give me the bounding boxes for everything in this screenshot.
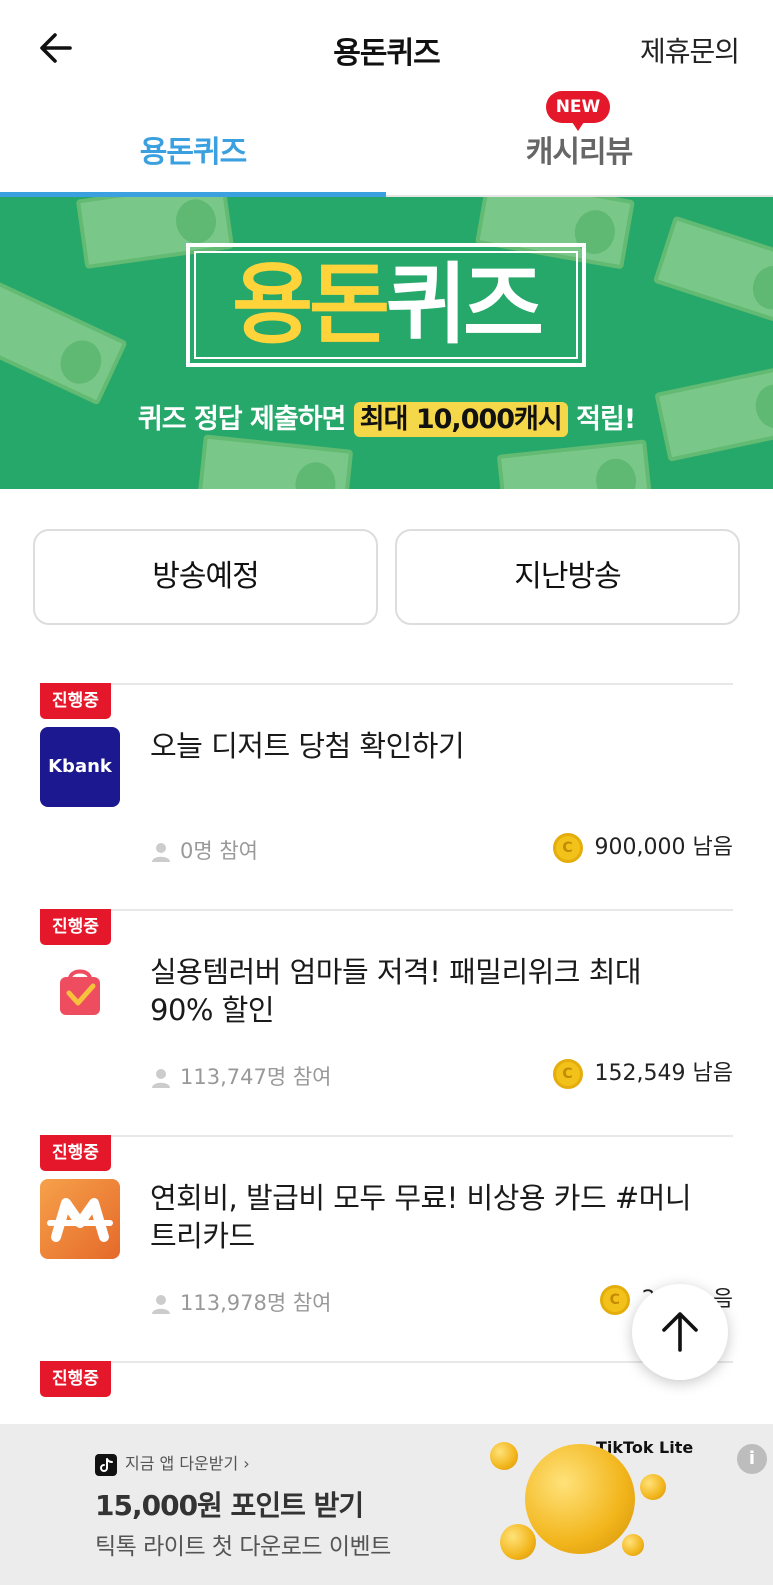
- banner-title-part1: 용돈: [232, 253, 390, 356]
- upcoming-broadcast-button[interactable]: 방송예정: [33, 529, 378, 625]
- kbank-logo: Kbank: [40, 727, 120, 807]
- money-bill-decoration: [652, 215, 773, 329]
- person-icon: [152, 1069, 170, 1088]
- coin-icon: C: [552, 1059, 583, 1089]
- tab-label: 캐시리뷰: [525, 135, 633, 170]
- banner-subtitle: 퀴즈 정답 제출하면 최대 10,000캐시 적립!: [0, 397, 773, 437]
- shopping-bag-logo: [40, 953, 120, 1033]
- status-badge: 진행중: [40, 683, 111, 719]
- quiz-item[interactable]: 진행중 실용템러버 엄마들 저격! 패밀리위크 최대 90% 할인 113,74…: [40, 909, 733, 1135]
- promo-banner[interactable]: 용돈퀴즈 퀴즈 정답 제출하면 최대 10,000캐시 적립!: [0, 197, 773, 489]
- quiz-title: 연회비, 발급비 모두 무료! 비상용 카드 #머니트리카드: [150, 1181, 692, 1253]
- participant-text: 0명 참여: [180, 839, 258, 863]
- coin-icon: C: [552, 833, 583, 863]
- coin-icon: C: [599, 1285, 630, 1315]
- coin-illustration: [640, 1474, 666, 1500]
- money-bill-decoration: [196, 434, 354, 489]
- tiktok-icon: [95, 1453, 117, 1476]
- status-badge: 진행중: [40, 1361, 111, 1397]
- participant-text: 113,978명 참여: [180, 1291, 332, 1315]
- new-badge: NEW: [546, 91, 610, 131]
- scroll-to-top-button[interactable]: [632, 1284, 728, 1380]
- remaining-cash: C 900,000 남음: [552, 829, 733, 863]
- ad-download-link[interactable]: 지금 앱 다운받기 ›: [95, 1450, 250, 1476]
- coin-illustration: [525, 1444, 635, 1554]
- quiz-title: 오늘 디저트 당첨 확인하기: [150, 729, 465, 763]
- participant-count: 113,978명 참여: [150, 1287, 331, 1317]
- coin-illustration: [500, 1524, 536, 1560]
- quiz-item[interactable]: 진행중 연회비, 발급비 모두 무료! 비상용 카드 #머니트리카드 113,9…: [40, 1135, 733, 1361]
- money-bill-decoration: [496, 439, 654, 489]
- tab-cash-review[interactable]: NEW 캐시리뷰: [386, 91, 772, 195]
- money-tree-logo: [40, 1179, 120, 1259]
- tab-bar: 용돈퀴즈 NEW 캐시리뷰: [0, 91, 773, 197]
- info-icon[interactable]: i: [737, 1444, 767, 1474]
- coin-illustration: [622, 1534, 644, 1556]
- participant-count: 0명 참여: [150, 835, 258, 865]
- participant-text: 113,747명 참여: [180, 1065, 332, 1089]
- ad-download-text: 지금 앱 다운받기 ›: [125, 1454, 250, 1473]
- past-broadcast-button[interactable]: 지난방송: [395, 529, 740, 625]
- coin-illustration: [490, 1442, 518, 1470]
- ad-description: 틱톡 라이트 첫 다운로드 이벤트: [95, 1534, 391, 1560]
- money-bill-decoration: [0, 278, 128, 406]
- ad-banner[interactable]: 지금 앱 다운받기 › 15,000원 포인트 받기 틱톡 라이트 첫 다운로드…: [0, 1424, 773, 1585]
- top-app-bar: 용돈퀴즈 제휴문의: [0, 0, 773, 95]
- arrow-up-icon: [662, 1312, 698, 1352]
- remaining-text: 152,549 남음: [594, 1061, 733, 1086]
- status-badge: 진행중: [40, 1135, 111, 1171]
- banner-title: 용돈퀴즈: [190, 253, 582, 357]
- tab-yongdon-quiz[interactable]: 용돈퀴즈: [0, 95, 386, 197]
- partnership-inquiry-link[interactable]: 제휴문의: [640, 30, 740, 70]
- person-icon: [152, 843, 170, 862]
- remaining-text: 900,000 남음: [594, 835, 733, 860]
- tab-label: 용돈퀴즈: [139, 135, 247, 170]
- banner-subtitle-prefix: 퀴즈 정답 제출하면: [137, 404, 354, 435]
- banner-subtitle-highlight: 최대 10,000캐시: [353, 402, 568, 437]
- quiz-item[interactable]: 진행중 Kbank 오늘 디저트 당첨 확인하기 0명 참여 C 900,000 …: [40, 683, 733, 909]
- status-badge: 진행중: [40, 909, 111, 945]
- banner-title-frame: 용돈퀴즈: [186, 243, 586, 367]
- ad-title: 15,000원 포인트 받기: [95, 1489, 364, 1522]
- participant-count: 113,747명 참여: [150, 1061, 331, 1091]
- quiz-title: 실용템러버 엄마들 저격! 패밀리위크 최대 90% 할인: [150, 955, 642, 1027]
- broadcast-filter: 방송예정 지난방송: [33, 529, 740, 625]
- banner-subtitle-suffix: 적립!: [567, 404, 636, 435]
- person-icon: [152, 1295, 170, 1314]
- banner-title-part2: 퀴즈: [386, 253, 544, 356]
- remaining-cash: C 152,549 남음: [552, 1055, 733, 1089]
